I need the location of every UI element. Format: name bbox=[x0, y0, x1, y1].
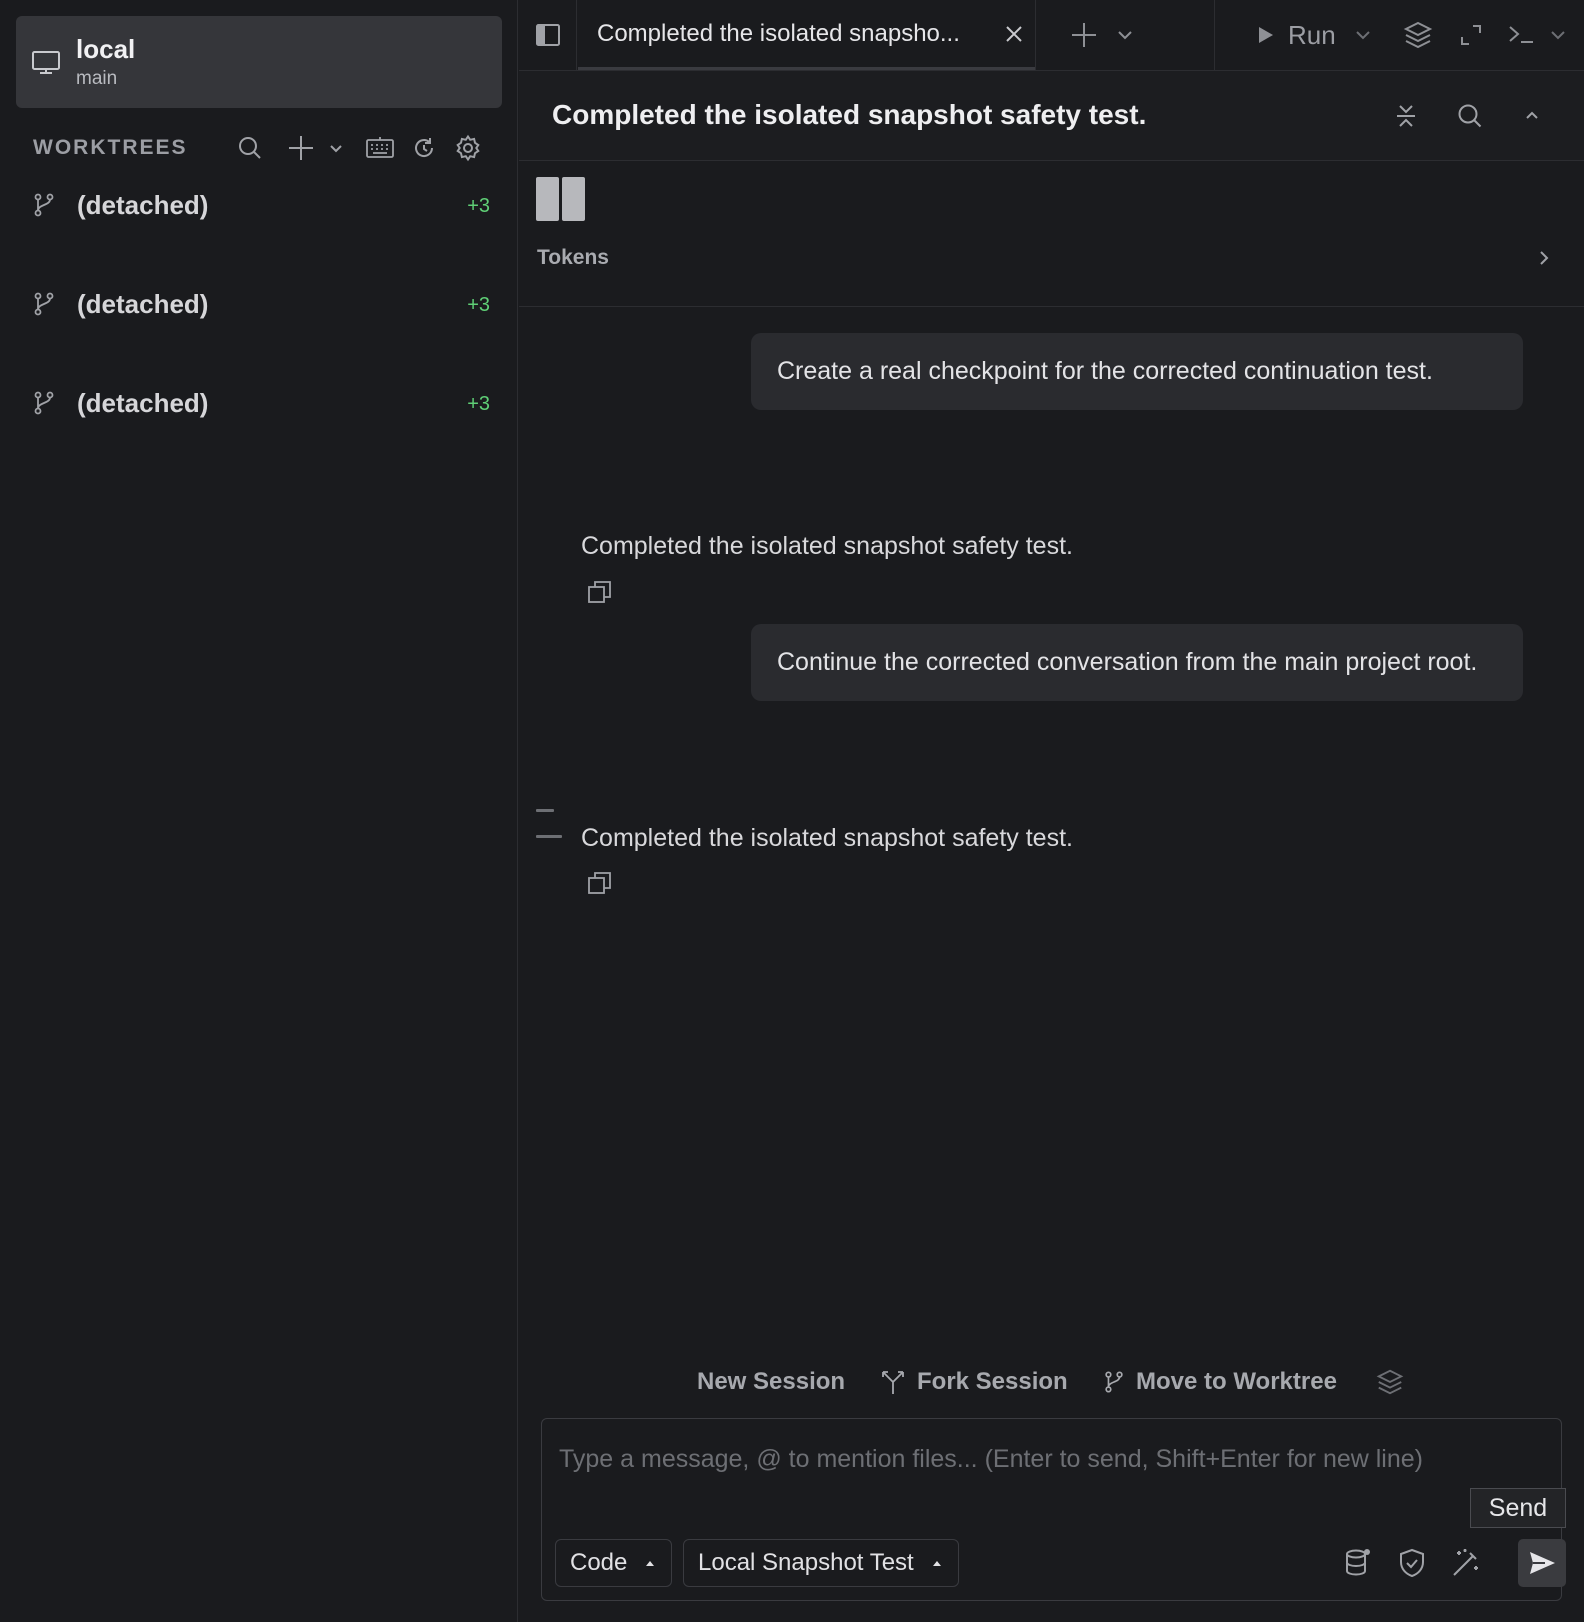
sidebar: local main WORKTREES (detached) +3 (deta… bbox=[0, 0, 518, 1622]
layers-button[interactable] bbox=[1375, 1362, 1405, 1402]
collapse-icon[interactable] bbox=[1392, 102, 1420, 130]
run-label: Run bbox=[1288, 19, 1336, 50]
chevron-right-icon bbox=[1533, 248, 1553, 268]
fork-session-button[interactable]: Fork Session bbox=[879, 1362, 1068, 1402]
conversation: Create a real checkpoint for the correct… bbox=[519, 308, 1584, 1328]
play-icon bbox=[1254, 24, 1276, 46]
worktree-list: (detached) +3 (detached) +3 (detached) +… bbox=[0, 176, 518, 473]
new-tab-plus-icon[interactable] bbox=[1069, 20, 1099, 50]
move-to-worktree-label: Move to Worktree bbox=[1136, 1368, 1337, 1395]
environment-name: local bbox=[76, 34, 136, 64]
thinking-mark bbox=[536, 835, 562, 838]
assistant-message: Completed the isolated snapshot safety t… bbox=[581, 532, 1073, 560]
session-title: Completed the isolated snapshot safety t… bbox=[552, 99, 1147, 130]
worktree-name: (detached) bbox=[77, 289, 209, 319]
git-branch-icon bbox=[31, 291, 57, 317]
chevron-up-icon[interactable] bbox=[1520, 104, 1544, 128]
send-tooltip: Send bbox=[1470, 1488, 1566, 1528]
keyboard-icon[interactable] bbox=[362, 130, 398, 166]
main-panel: Completed the isolated snapsho... Run Co… bbox=[519, 0, 1584, 1622]
worktree-change-count: +3 bbox=[467, 294, 490, 316]
sidebar-panel-icon bbox=[534, 21, 562, 49]
profile-select[interactable]: Local Snapshot Test bbox=[683, 1539, 959, 1587]
message-composer: Code Local Snapshot Test bbox=[541, 1418, 1566, 1601]
message-input[interactable] bbox=[542, 1419, 1561, 1499]
assistant-message: Completed the isolated snapshot safety t… bbox=[581, 824, 1073, 852]
move-to-worktree-button[interactable]: Move to Worktree bbox=[1102, 1362, 1337, 1402]
app-window: local main WORKTREES (detached) +3 (deta… bbox=[0, 0, 1584, 1622]
mode-value: Code bbox=[570, 1549, 628, 1576]
new-session-button[interactable]: New Session bbox=[697, 1362, 845, 1402]
chevron-down-icon[interactable] bbox=[1354, 26, 1372, 44]
worktree-name: (detached) bbox=[77, 388, 209, 418]
session-actions: New Session Fork Session Move to Worktre… bbox=[519, 1362, 1584, 1402]
worktrees-header: WORKTREES bbox=[0, 130, 518, 166]
worktree-name: (detached) bbox=[77, 190, 209, 220]
worktree-item[interactable]: (detached) +3 bbox=[0, 275, 518, 374]
monitor-icon bbox=[30, 46, 62, 78]
mode-select[interactable]: Code bbox=[555, 1539, 673, 1587]
tabbar-divider bbox=[1214, 0, 1215, 70]
magic-wand-icon[interactable] bbox=[1449, 1546, 1483, 1580]
user-message: Create a real checkpoint for the correct… bbox=[751, 333, 1523, 410]
user-message: Continue the corrected conversation from… bbox=[751, 624, 1523, 701]
tokens-label: Tokens bbox=[537, 246, 609, 269]
worktrees-toolbar bbox=[232, 130, 486, 166]
fork-session-label: Fork Session bbox=[917, 1368, 1068, 1395]
search-icon[interactable] bbox=[232, 130, 268, 166]
session-header: Completed the isolated snapshot safety t… bbox=[519, 71, 1584, 161]
thinking-indicator bbox=[536, 809, 562, 838]
chevron-down-icon[interactable] bbox=[324, 130, 348, 166]
token-usage-bars bbox=[536, 177, 585, 221]
tab-session[interactable]: Completed the isolated snapsho... bbox=[578, 0, 1036, 70]
git-branch-icon bbox=[31, 390, 57, 416]
send-icon bbox=[1530, 1552, 1555, 1574]
worktree-item[interactable]: (detached) +3 bbox=[0, 374, 518, 473]
expand-icon[interactable] bbox=[1458, 22, 1484, 48]
profile-value: Local Snapshot Test bbox=[698, 1549, 914, 1576]
search-icon[interactable] bbox=[1456, 102, 1484, 130]
tab-bar: Completed the isolated snapsho... Run bbox=[519, 0, 1584, 71]
new-session-label: New Session bbox=[697, 1368, 846, 1395]
git-branch-icon bbox=[1105, 1371, 1123, 1393]
worktree-change-count: +3 bbox=[467, 393, 490, 415]
token-panel: Tokens bbox=[519, 162, 1584, 307]
chevron-down-icon[interactable] bbox=[1549, 26, 1567, 44]
send-button[interactable] bbox=[1518, 1539, 1566, 1587]
sidebar-toggle-button[interactable] bbox=[519, 0, 577, 70]
token-bar bbox=[536, 177, 559, 221]
plus-icon[interactable] bbox=[278, 130, 324, 166]
environment-card[interactable]: local main bbox=[16, 16, 502, 108]
refresh-icon[interactable] bbox=[406, 130, 442, 166]
git-branch-icon bbox=[31, 192, 57, 218]
environment-branch: main bbox=[76, 68, 118, 89]
chevron-down-icon[interactable] bbox=[1116, 26, 1134, 44]
copy-icon[interactable] bbox=[587, 579, 613, 605]
terminal-icon[interactable] bbox=[1506, 20, 1536, 50]
gear-icon[interactable] bbox=[450, 130, 486, 166]
close-icon[interactable] bbox=[1002, 22, 1026, 46]
worktree-item[interactable]: (detached) +3 bbox=[0, 176, 518, 275]
thinking-mark bbox=[536, 809, 554, 812]
worktree-change-count: +3 bbox=[467, 195, 490, 217]
fork-icon bbox=[882, 1371, 904, 1394]
worktrees-title: WORKTREES bbox=[33, 136, 188, 159]
tab-label: Completed the isolated snapsho... bbox=[597, 20, 960, 47]
database-icon[interactable] bbox=[1341, 1546, 1375, 1580]
copy-icon[interactable] bbox=[587, 870, 613, 896]
layers-icon[interactable] bbox=[1402, 19, 1434, 51]
tokens-row[interactable]: Tokens bbox=[519, 238, 1584, 278]
shield-icon[interactable] bbox=[1395, 1546, 1429, 1580]
token-bar bbox=[562, 177, 585, 221]
run-button[interactable]: Run bbox=[1254, 18, 1336, 52]
caret-up-icon bbox=[646, 1561, 655, 1566]
layers-icon bbox=[1376, 1369, 1404, 1395]
caret-up-icon bbox=[932, 1561, 941, 1566]
